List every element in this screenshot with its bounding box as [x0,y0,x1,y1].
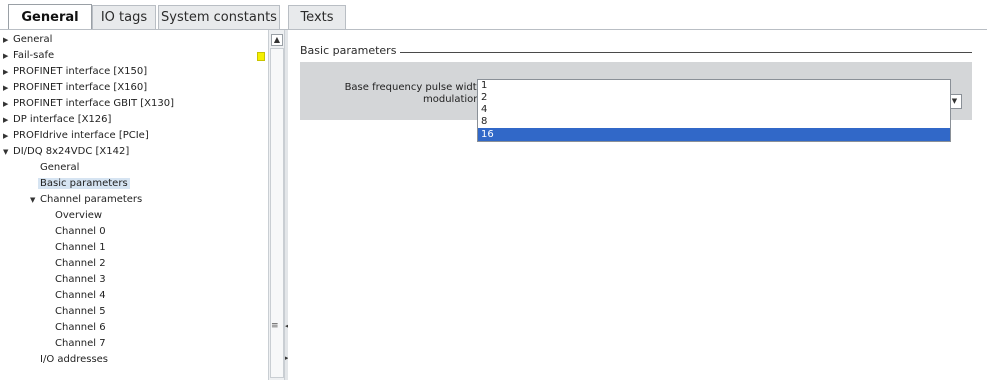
tree-item-label: Channel 2 [55,258,106,269]
tree-item-label: General [40,162,80,173]
tree-item-channel-4[interactable]: Channel 4 [55,288,106,304]
tree-item-label: Channel 1 [55,242,106,253]
expand-arrow-icon[interactable]: ▶ [3,80,13,96]
tab-system-constants-label: System constants [161,10,277,25]
tree-item-channel-2[interactable]: Channel 2 [55,256,106,272]
tree-item-profinet-gbit-x130[interactable]: ▶ PROFINET interface GBIT [X130] [3,96,174,112]
section-divider [398,52,972,53]
tree-item-label: Channel 0 [55,226,106,237]
tree-item-label: Channel 7 [55,338,106,349]
tree-item-profinet-x150[interactable]: ▶ PROFINET interface [X150] [3,64,147,80]
tree-item-io-addresses[interactable]: I/O addresses [40,352,108,368]
tree-item-didq[interactable]: ▼ DI/DQ 8x24VDC [X142] [3,144,129,160]
expand-arrow-icon[interactable]: ▶ [3,48,13,64]
expand-arrow-icon[interactable]: ▶ [3,128,13,144]
tree-item-label: Overview [55,210,103,221]
dropdown-option[interactable]: 4 [478,104,950,116]
tree-item-label: PROFIdrive interface [PCIe] [13,130,149,141]
dropdown-option-selected[interactable]: 16 [478,128,950,141]
tab-general[interactable]: General [8,4,92,30]
tree-item-profidrive[interactable]: ▶ PROFIdrive interface [PCIe] [3,128,149,144]
tree-item-fail-safe[interactable]: ▶ Fail-safe [3,48,54,64]
tree-item-label: General [13,34,53,45]
dropdown-option[interactable]: 2 [478,92,950,104]
tab-bar: General IO tags System constants Texts [0,0,987,30]
tree-item-channel-7[interactable]: Channel 7 [55,336,106,352]
tree-item-label: I/O addresses [40,354,109,365]
tree-item-label: PROFINET interface [X150] [13,66,148,77]
param-label-line2: modulation: [423,94,483,105]
tree-item-label: DI/DQ 8x24VDC [X142] [13,146,130,157]
expand-arrow-icon[interactable]: ▶ [3,64,13,80]
tab-io-tags[interactable]: IO tags [92,5,156,29]
section-title: Basic parameters [300,44,401,57]
tree-item-label: DP interface [X126] [13,114,112,125]
expand-arrow-icon[interactable]: ▶ [3,112,13,128]
tab-texts[interactable]: Texts [288,5,346,29]
collapse-arrow-icon[interactable]: ▼ [3,144,13,160]
tree-item-label: Fail-safe [13,50,55,61]
expand-arrow-icon[interactable]: ▶ [3,96,13,112]
tree-item-dp-interface[interactable]: ▶ DP interface [X126] [3,112,111,128]
tree-item-label: Channel 5 [55,306,106,317]
tree-item-basic-parameters[interactable]: Basic parameters [38,176,130,192]
tree-item-general[interactable]: ▶ General [3,32,52,48]
tree-item-label: Basic parameters [38,178,130,189]
tab-texts-label: Texts [300,10,334,25]
tree-item-label: Channel parameters [40,194,143,205]
frequency-dropdown-list: 1 2 4 8 16 [477,79,951,142]
tab-general-label: General [21,10,79,25]
navigation-tree: ▶ General ▶ Fail-safe ▶ PROFINET interface … [0,30,268,380]
tree-item-channel-3[interactable]: Channel 3 [55,272,106,288]
dropdown-option[interactable]: 8 [478,116,950,128]
warning-marker-icon [257,52,265,61]
tab-io-tags-label: IO tags [100,10,148,25]
expand-arrow-icon[interactable]: ▶ [3,32,13,48]
tree-item-label: Channel 6 [55,322,106,333]
tree-scrollbar[interactable]: ▲ ≡ [268,30,284,380]
tree-item-label: PROFINET interface GBIT [X130] [13,98,175,109]
tree-item-channel-1[interactable]: Channel 1 [55,240,106,256]
tree-item-channel-0[interactable]: Channel 0 [55,224,106,240]
tree-item-didq-general[interactable]: General [40,160,79,176]
tree-item-channel-6[interactable]: Channel 6 [55,320,106,336]
scroll-up-arrow-icon[interactable]: ▲ [271,34,283,46]
tree-item-label: PROFINET interface [X160] [13,82,148,93]
tree-item-channel-5[interactable]: Channel 5 [55,304,106,320]
grip-icon[interactable]: ≡ [271,322,281,331]
tree-item-overview[interactable]: Overview [55,208,102,224]
param-label-line1: Base frequency pulse width [344,82,483,93]
param-label: Base frequency pulse width modulation: [300,82,483,106]
tree-item-label: Channel 3 [55,274,106,285]
tree-item-profinet-x160[interactable]: ▶ PROFINET interface [X160] [3,80,147,96]
tree-item-label: Channel 4 [55,290,106,301]
dropdown-option[interactable]: 1 [478,80,950,92]
tree-item-channel-parameters[interactable]: ▼ Channel parameters [30,192,142,208]
collapse-arrow-icon[interactable]: ▼ [30,192,40,208]
tab-system-constants[interactable]: System constants [158,5,280,29]
